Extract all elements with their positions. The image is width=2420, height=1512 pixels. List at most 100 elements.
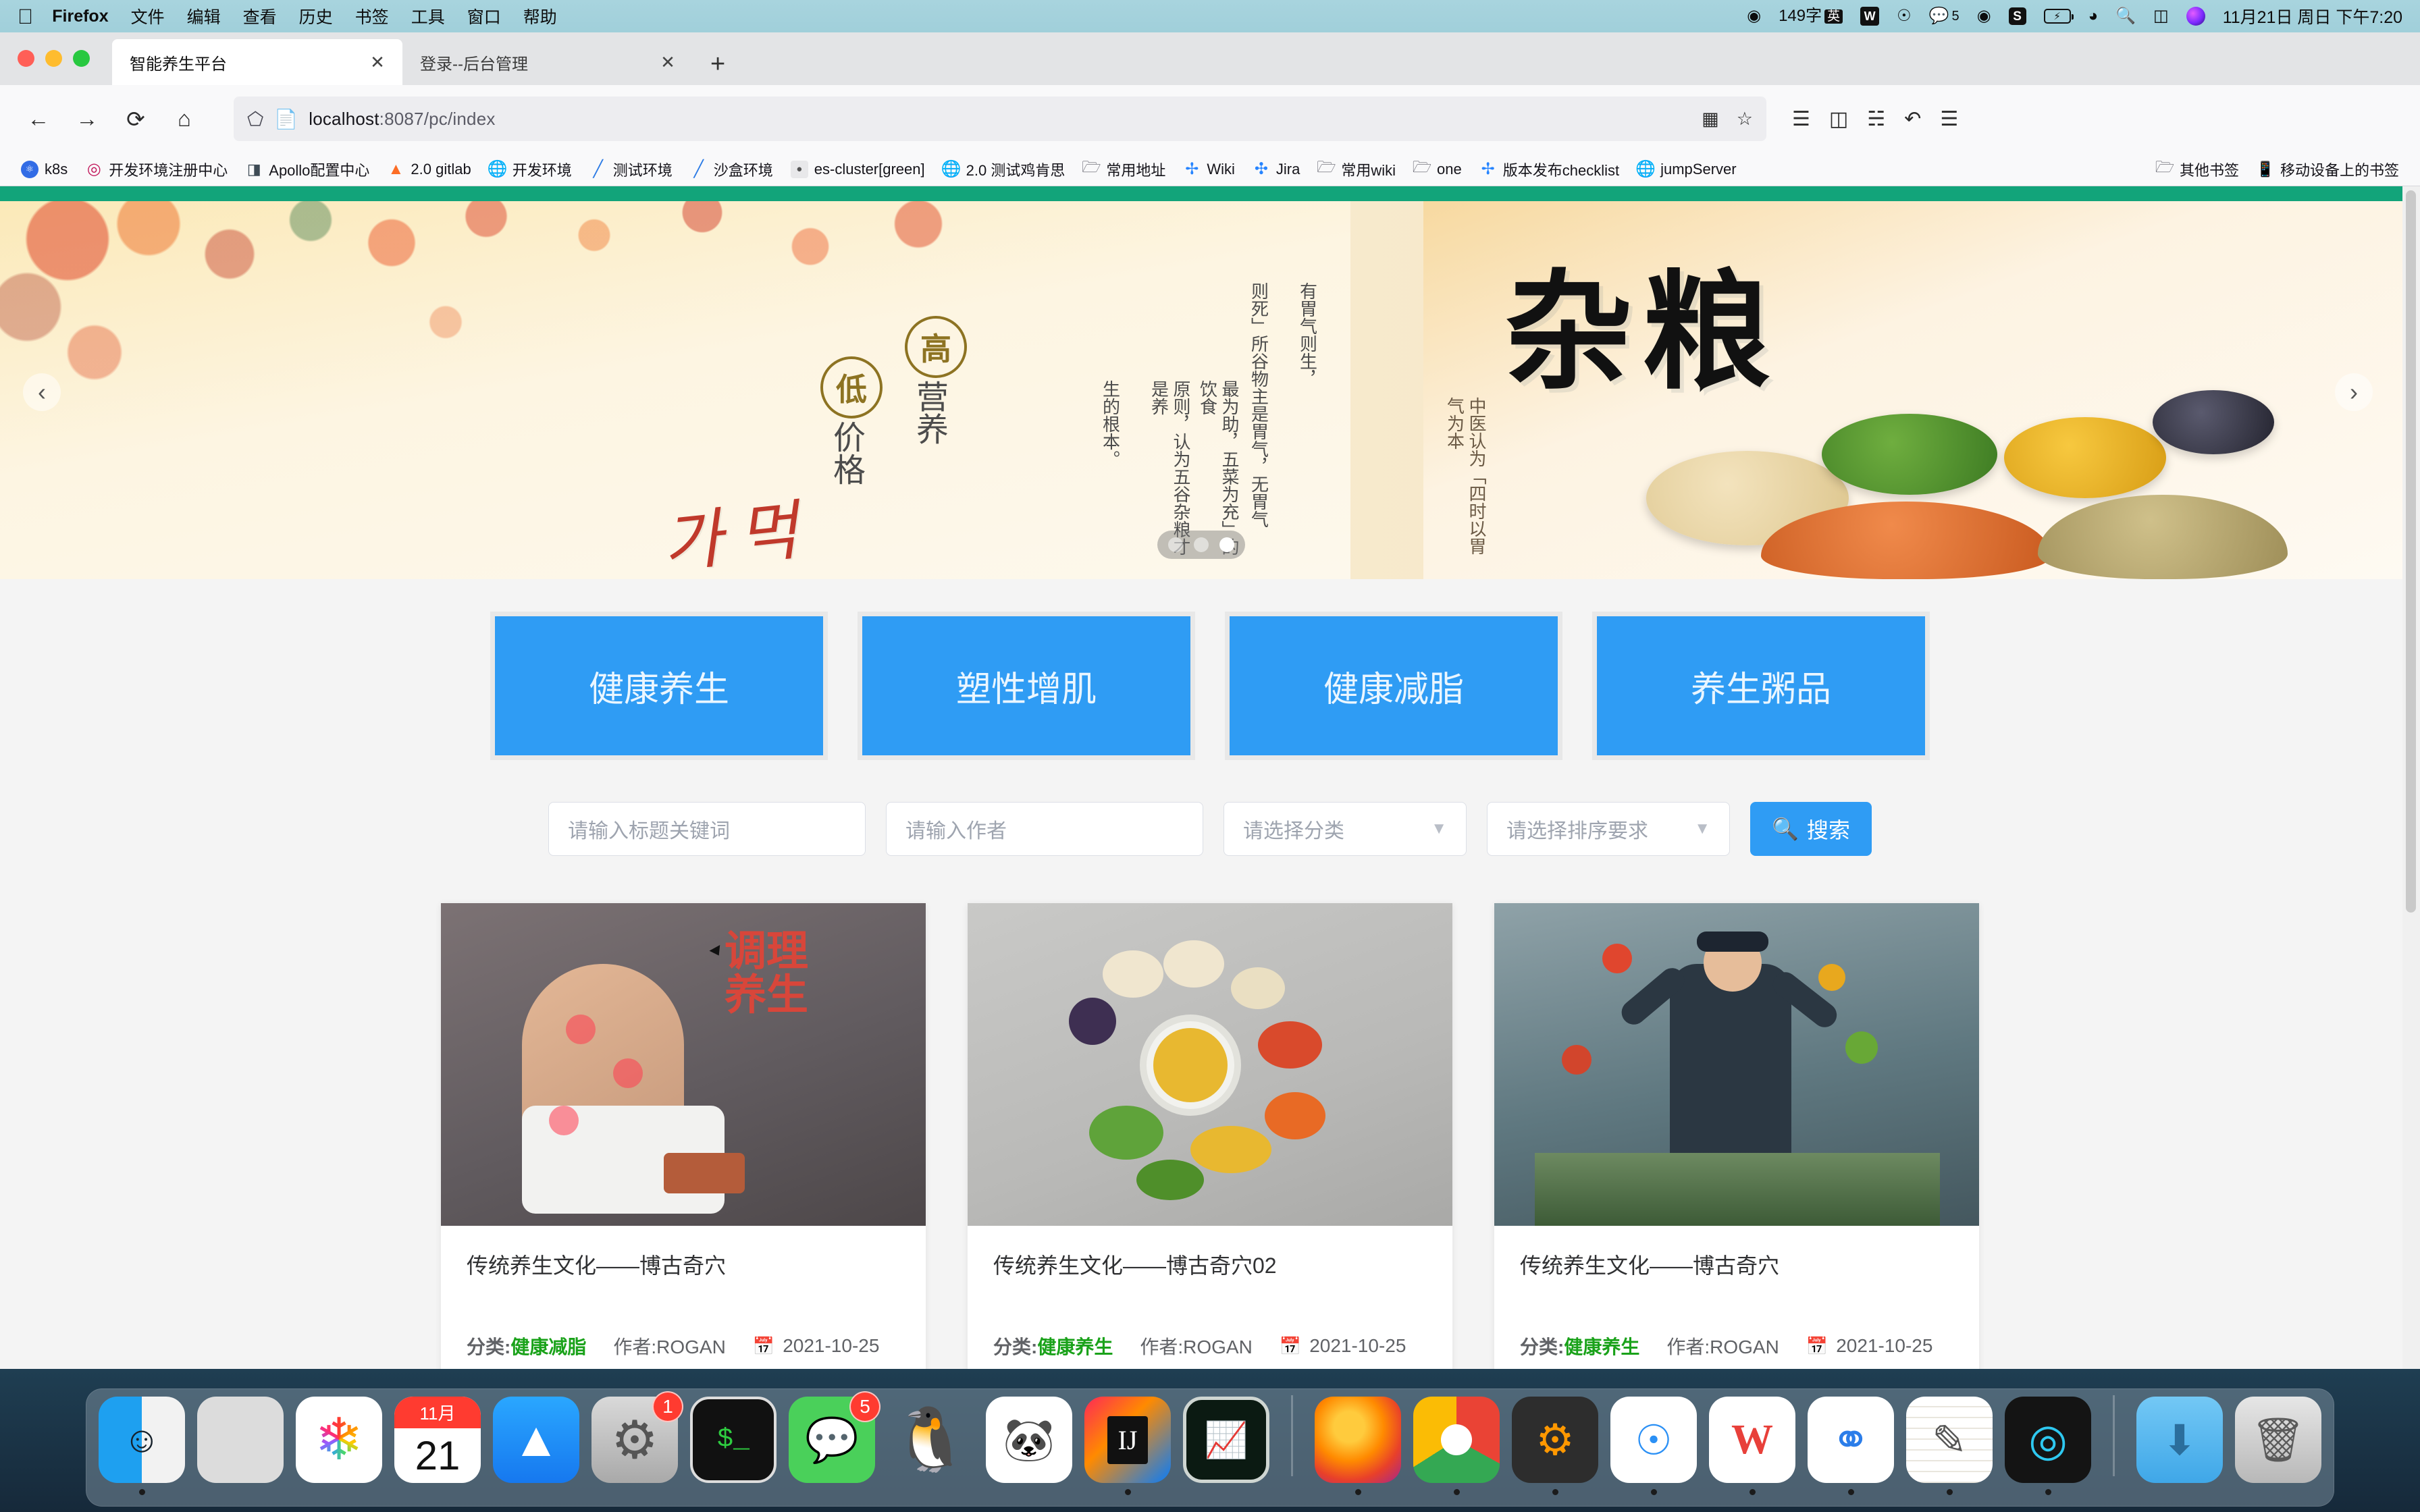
dock-item-system-preferences[interactable]: ⚙ 1 [591, 1391, 683, 1495]
bookmark-one[interactable]: 🗁 one [1404, 158, 1471, 178]
article-title[interactable]: 传统养生文化——博古奇穴02 [993, 1249, 1427, 1280]
bookmark-gitlab[interactable]: ▲ 2.0 gitlab [378, 160, 479, 178]
category-tile-porridge[interactable]: 养生粥品 [1592, 612, 1930, 760]
dock-item-wechat[interactable]: 💬 5 [789, 1391, 880, 1495]
dock-item-firefox[interactable] [1315, 1397, 1401, 1495]
menu-item-view[interactable]: 查看 [243, 4, 277, 28]
article-card[interactable]: 传统养生文化——博古奇穴02 分类:健康养生 作者:ROGAN 📅 2021-10… [968, 903, 1452, 1376]
dock-item-activity-monitor[interactable]: 📈 [1183, 1397, 1269, 1495]
library-icon[interactable]: ☰ [1792, 107, 1810, 131]
search-button[interactable]: 🔍 搜索 [1750, 802, 1872, 856]
bookmark-release-checklist[interactable]: ✢ 版本发布checklist [1471, 159, 1628, 180]
sync-icon[interactable]: ↶ [1904, 107, 1921, 131]
address-bar[interactable]: ⬠ 📄 localhost:8087/pc/index ▦ ☆ [234, 97, 1766, 141]
bookmark-common-urls[interactable]: 🗁 常用地址 [1074, 158, 1174, 180]
siri-icon[interactable] [2186, 7, 2205, 26]
page-scrollbar[interactable] [2402, 186, 2420, 1376]
menu-item-file[interactable]: 文件 [131, 4, 165, 28]
wps-menu-icon[interactable]: W [1860, 7, 1880, 26]
bookmark-apollo[interactable]: ◨ Apollo配置中心 [236, 159, 378, 180]
search-author-input[interactable]: 请输入作者 [886, 802, 1203, 856]
maximize-window-button[interactable] [73, 50, 90, 67]
bookmark-mobile-bookmarks[interactable]: 📱 移动设备上的书签 [2248, 159, 2408, 180]
dock-item-downloads[interactable]: ⬇ [2136, 1397, 2223, 1495]
menu-item-help[interactable]: 帮助 [523, 4, 557, 28]
battery-charging-icon[interactable]: ⚡ [2043, 9, 2074, 24]
dock-item-quicktime[interactable]: ◎ [2005, 1397, 2091, 1495]
dock-item-trash[interactable]: 🗑 [2235, 1397, 2321, 1495]
bookmark-wiki[interactable]: ✢ Wiki [1174, 160, 1244, 178]
tab-active[interactable]: 智能养生平台 ✕ [112, 39, 402, 85]
search-title-input[interactable]: 请输入标题关键词 [548, 802, 866, 856]
sogou-menu-icon[interactable]: S [2008, 7, 2026, 25]
wifi-icon[interactable]: ◕ [2088, 8, 2099, 24]
dock-item-sublime-text[interactable]: ⚙ [1512, 1397, 1598, 1495]
menu-item-history[interactable]: 历史 [299, 4, 333, 28]
article-title[interactable]: 传统养生文化——博古奇穴 [1520, 1249, 1953, 1280]
menu-item-window[interactable]: 窗口 [467, 4, 501, 28]
category-tile-muscle[interactable]: 塑性增肌 [858, 612, 1195, 760]
bookmark-star-icon[interactable]: ☆ [1737, 109, 1753, 130]
carousel-dot-3-active[interactable] [1219, 537, 1234, 552]
home-button[interactable]: ⌂ [163, 98, 205, 140]
bookmark-dev-env[interactable]: 🌐 开发环境 [480, 159, 581, 180]
bookmark-es-cluster[interactable]: ● es-cluster[green] [782, 160, 934, 178]
wechat-menu-icon[interactable]: 💬 5 [1929, 8, 1959, 24]
category-tile-fatloss[interactable]: 健康减脂 [1225, 612, 1562, 760]
reload-button[interactable]: ⟳ [115, 98, 157, 140]
tab-second[interactable]: 登录--后台管理 ✕ [402, 39, 693, 85]
back-button[interactable]: ← [18, 98, 59, 140]
sort-select[interactable]: 请选择排序要求 ▼ [1487, 802, 1730, 856]
dock-item-finder[interactable]: ☺ [99, 1397, 185, 1495]
dock-item-navicat[interactable]: 🐼 [986, 1397, 1072, 1495]
dock-item-app-store[interactable]: ▲ [493, 1397, 579, 1495]
spotlight-search-icon[interactable]: 🔍 [2115, 8, 2136, 24]
article-title[interactable]: 传统养生文化——博古奇穴 [467, 1249, 900, 1280]
hero-carousel[interactable]: 高 低 营养 价格 生的根本。 原则，认为五谷杂粮才是养 最为助，五菜为充」的饮… [0, 201, 2402, 579]
dock-item-qq[interactable]: 🐧 [887, 1397, 974, 1495]
forward-button[interactable]: → [66, 98, 108, 140]
carousel-next-arrow[interactable]: › [2335, 373, 2373, 411]
minimize-window-button[interactable] [45, 50, 62, 67]
article-card[interactable]: 调理 养生 传统养生文化——博古奇穴 分类:健康减脂 作者:ROGAN 📅 2021… [441, 903, 926, 1376]
bookmark-common-wiki[interactable]: 🗁 常用wiki [1309, 158, 1404, 180]
dock-item-photos[interactable]: ❄ [296, 1397, 382, 1495]
shield-icon[interactable]: ⬠ [247, 108, 263, 130]
bookmark-k8s[interactable]: ⚛ k8s [12, 160, 76, 178]
dock-item-launchpad[interactable] [197, 1397, 284, 1495]
carousel-dot-2[interactable] [1194, 537, 1209, 552]
category-tile-health[interactable]: 健康养生 [490, 612, 828, 760]
control-center-icon[interactable]: ◫ [2153, 8, 2169, 24]
new-tab-button[interactable]: + [693, 51, 743, 85]
bookmark-test-jk[interactable]: 🌐 2.0 测试鸡肯思 [934, 159, 1074, 180]
sidebar-icon[interactable]: ◫ [1829, 107, 1848, 131]
dock-item-terminal[interactable]: $_ [690, 1397, 777, 1495]
dock-item-notes[interactable]: ✎ [1906, 1397, 1993, 1495]
menu-item-bookmarks[interactable]: 书签 [355, 4, 389, 28]
dock-item-wps-office[interactable]: W [1709, 1397, 1795, 1495]
apple-logo-icon[interactable]:  [18, 6, 33, 27]
menu-item-firefox[interactable]: Firefox [52, 7, 108, 26]
article-card[interactable]: 传统养生文化——博古奇穴 分类:健康养生 作者:ROGAN 📅 2021-10-2… [1494, 903, 1979, 1376]
category-select[interactable]: 请选择分类 ▼ [1224, 802, 1467, 856]
bookmark-other-bookmarks[interactable]: 🗁 其他书签 [2147, 158, 2248, 180]
page-scrollbar-thumb[interactable] [2406, 190, 2416, 913]
bookmark-jumpserver[interactable]: 🌐 jumpServer [1628, 160, 1745, 178]
qr-icon[interactable]: ▦ [1702, 109, 1719, 130]
tab-close-icon[interactable]: ✕ [656, 52, 679, 73]
screen-record-icon[interactable]: ◉ [1747, 8, 1761, 24]
page-info-icon[interactable]: 📄 [274, 108, 298, 130]
dock-item-intellij-idea[interactable]: IJ [1084, 1397, 1171, 1495]
input-method-indicator[interactable]: 149字 英 [1779, 8, 1843, 24]
account-icon[interactable]: ☵ [1867, 107, 1885, 131]
bookmark-dev-registry[interactable]: ◎ 开发环境注册中心 [76, 159, 236, 180]
dock-item-chrome[interactable] [1413, 1397, 1500, 1495]
baidu-netdisk-menu-icon[interactable]: ☉ [1897, 8, 1912, 24]
tab-close-icon[interactable]: ✕ [366, 52, 389, 73]
menu-bar-clock[interactable]: 11月21日 周日 下午7:20 [2223, 4, 2402, 28]
dock-item-thunder[interactable]: ⚭ [1808, 1397, 1894, 1495]
bookmark-sandbox-env[interactable]: ╱ 沙盒环境 [681, 159, 782, 180]
bookmark-jira[interactable]: ✣ Jira [1244, 160, 1309, 178]
hamburger-menu-icon[interactable]: ☰ [1940, 107, 1958, 131]
carousel-dot-1[interactable] [1168, 537, 1183, 552]
